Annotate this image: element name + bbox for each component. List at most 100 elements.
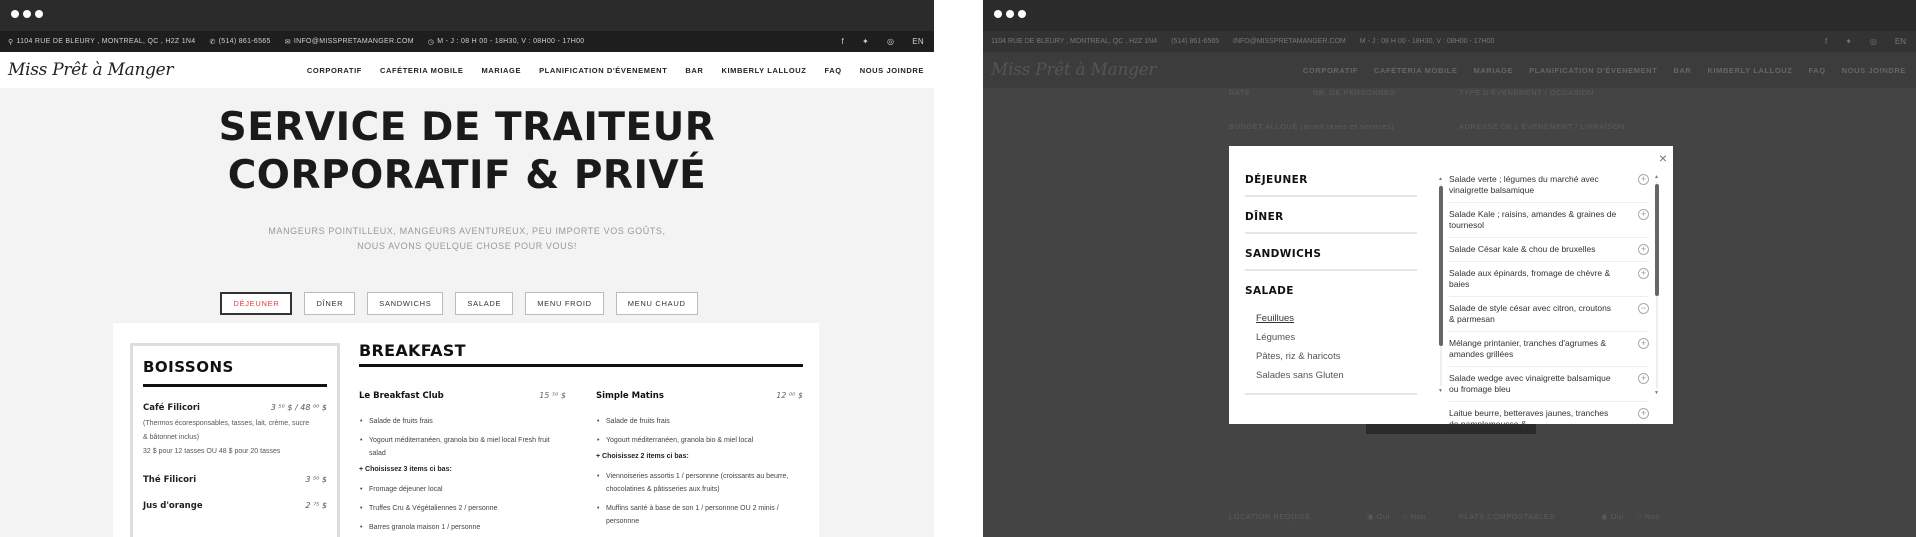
salad-name: Salade verte ; légumes du marché avec vi… [1449,174,1599,195]
salad-name: Salade aux épinards, fromage de chèvre &… [1449,268,1611,289]
nav-item-nous-joindre[interactable]: NOUS JOINDRE [860,66,924,75]
menu-item-name: Le Breakfast Club [359,391,444,401]
beverage-item: Thé Filicori 3 ⁵⁰ $ [143,475,327,485]
tab-dejeuner[interactable]: DÉJEUNER [220,292,293,315]
site-logo[interactable]: Miss Prêt à Manger [8,60,174,80]
list-item[interactable]: Salade verte ; légumes du marché avec vi… [1449,171,1649,203]
form-label: PLATS COMPOSTABLES [1459,512,1555,521]
add-icon[interactable]: + [1638,268,1649,279]
subcategory-list: Feuillues Légumes Pâtes, riz & haricots … [1245,306,1417,395]
add-icon[interactable]: + [1638,244,1649,255]
close-icon[interactable]: × [1659,150,1667,166]
window-dot[interactable] [994,10,1002,18]
subcategory-legumes[interactable]: Légumes [1256,328,1417,347]
subcategory-feuillues[interactable]: Feuillues [1256,309,1417,328]
window-chrome [0,0,934,31]
email-info[interactable]: ✉ INFO@MISSPRETAMANGER.COM [285,38,414,46]
add-icon[interactable]: + [1638,338,1649,349]
scroll-down-icon[interactable]: ▼ [1438,388,1443,394]
category-list: DÉJEUNER DÎNER SANDWICHS SALADE Feuillue… [1245,168,1417,395]
list-item[interactable]: Salade César kale & chou de bruxelles + [1449,241,1649,262]
list-item: Viennoiseries assortis 1 / personnne (cr… [596,470,803,496]
salad-name: Laitue beurre, betteraves jaunes, tranch… [1449,408,1609,429]
language-switch[interactable]: EN [912,37,924,46]
beverage-desc: (Thermos écoresponsables, tasses, lait, … [143,420,310,427]
instagram-icon[interactable]: ◎ [887,37,894,46]
twitter-icon: ✦ [1845,37,1852,46]
list-item[interactable]: Salade wedge avec vinaigrette balsamique… [1449,370,1649,402]
nav-item-mariage[interactable]: MARIAGE [481,66,521,75]
nav-item-faq[interactable]: FAQ [824,66,841,75]
category-dejeuner[interactable]: DÉJEUNER [1245,168,1417,197]
phone-info[interactable]: ✆ (514) 861-6565 [209,38,270,46]
category-diner[interactable]: DÎNER [1245,205,1417,234]
nav-item-planification[interactable]: PLANIFICATION D'ÉVENEMENT [539,66,667,75]
breakfast-title: BREAKFAST [359,341,803,367]
tab-menu-froid[interactable]: MENU FROID [525,292,604,315]
language-switch: EN [1894,37,1906,46]
scrollbar-thumb[interactable] [1655,184,1659,296]
list-item: Salade de fruits frais [596,415,803,428]
form-label: TYPE D'ÉVENEMENT / OCCASION [1459,88,1594,97]
add-icon[interactable]: + [1638,209,1649,220]
salad-scrollbar[interactable]: ▲ ▼ [1654,174,1660,396]
form-label: DATE [1229,88,1251,97]
salad-name: Salade César kale & chou de bruxelles [1449,244,1596,254]
category-salade[interactable]: SALADE [1245,279,1417,306]
scrollbar-thumb[interactable] [1439,186,1443,346]
page-title: SERVICE DE TRAITEUR CORPORATIF & PRIVÉ [0,104,934,200]
list-item[interactable]: Laitue beurre, betteraves jaunes, tranch… [1449,405,1649,436]
window-dot[interactable] [23,10,31,18]
form-label: NB. DE PERSONNES [1313,88,1396,97]
email-text: INFO@MISSPRETAMANGER.COM [1233,38,1346,45]
twitter-icon[interactable]: ✦ [862,37,869,46]
tab-diner[interactable]: DÎNER [304,292,356,315]
window-dot[interactable] [1006,10,1014,18]
menu-item-simple-matins: Simple Matins 12 ⁰⁰ $ Salade de fruits fr… [596,391,803,537]
window-dot[interactable] [11,10,19,18]
beverage-desc: 32 $ pour 12 tasses OU 48 $ pour 20 tass… [143,448,281,455]
menu-card: BOISSONS Café Filicori 3 ⁵⁰ $ / 48 ⁰⁰ $ (… [113,323,819,537]
tab-menu-chaud[interactable]: MENU CHAUD [615,292,698,315]
address-text: 1104 RUE DE BLEURY , MONTREAL, QC , H2Z … [991,38,1158,45]
radio-label: Oui [1376,512,1390,521]
instagram-icon: ◎ [1869,37,1877,46]
window-dot[interactable] [35,10,43,18]
add-icon[interactable]: + [1638,408,1649,419]
salad-name: Salade wedge avec vinaigrette balsamique… [1449,373,1611,394]
beverage-price: 3 ⁵⁰ $ [305,475,327,484]
salad-name: Salade de style césar avec citron, crout… [1449,303,1612,324]
scroll-up-icon[interactable]: ▲ [1438,176,1443,182]
window-dot[interactable] [1018,10,1026,18]
nav-item-bar: BAR [1673,65,1692,75]
facebook-icon[interactable]: f [841,37,844,46]
breakfast-section: BREAKFAST Le Breakfast Club 15 ⁵⁰ $ Salad… [359,341,803,537]
list-item: Fromage déjeuner local [359,483,566,496]
tab-salade[interactable]: SALADE [455,292,514,315]
list-item[interactable]: Salade de style césar avec citron, crout… [1449,300,1649,332]
beverage-price: 3 ⁵⁰ $ / 48 ⁰⁰ $ [270,403,327,412]
radio-label: Non [1644,512,1660,521]
add-icon[interactable]: + [1638,373,1649,384]
category-sandwichs[interactable]: SANDWICHS [1245,242,1417,271]
beverage-price: 2 ⁷⁵ $ [305,501,327,510]
subcategory-pates[interactable]: Pâtes, riz & haricots [1256,347,1417,366]
nav-item-cafeteria[interactable]: CAFÉTERIA MOBILE [380,66,464,75]
add-icon[interactable]: + [1638,174,1649,185]
list-item: Muffins santé à base de son 1 / personnn… [596,502,803,528]
phone-text: (514) 861-6565 [1171,38,1219,45]
list-item[interactable]: Salade Kale ; raisins, amandes & graines… [1449,206,1649,238]
scroll-up-icon[interactable]: ▲ [1654,174,1659,180]
tab-sandwichs[interactable]: SANDWICHS [367,292,444,315]
list-item[interactable]: Salade aux épinards, fromage de chèvre &… [1449,265,1649,297]
category-scrollbar[interactable]: ▲ ▼ [1438,176,1444,394]
nav-item-bar[interactable]: BAR [685,66,703,75]
nav-item-corporatif[interactable]: CORPORATIF [307,66,362,75]
remove-icon[interactable]: − [1638,303,1649,314]
nav-item-kimberly[interactable]: KIMBERLY LALLOUZ [721,66,806,75]
facebook-icon: f [1824,37,1828,46]
list-item[interactable]: Mélange printanier, tranches d'agrumes &… [1449,335,1649,367]
email-text: INFO@MISSPRETAMANGER.COM [293,38,414,45]
scroll-down-icon[interactable]: ▼ [1654,390,1659,396]
subcategory-sans-gluten[interactable]: Salades sans Gluten [1256,366,1417,385]
